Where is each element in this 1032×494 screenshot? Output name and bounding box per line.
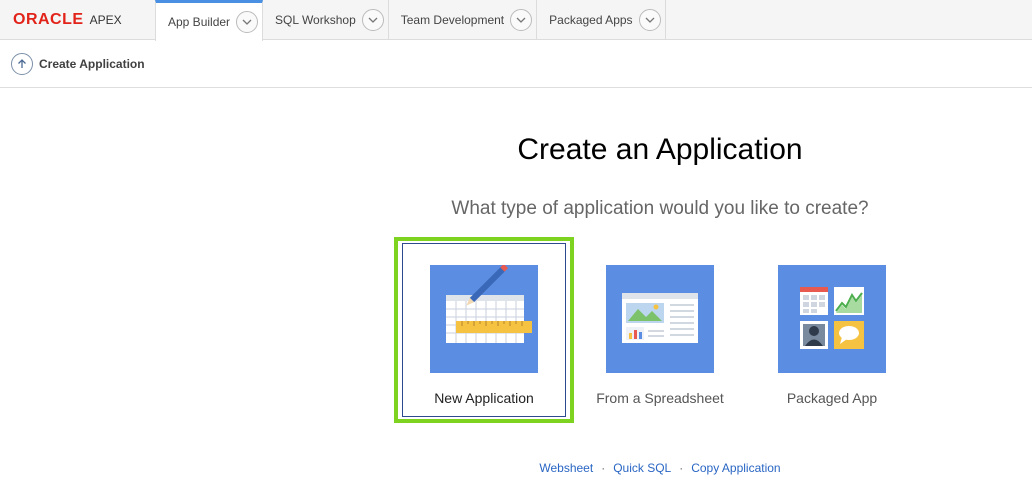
tab-label: App Builder xyxy=(168,15,231,29)
tab-packaged-apps[interactable]: Packaged Apps xyxy=(537,0,666,39)
chevron-down-icon[interactable] xyxy=(638,8,661,31)
chevron-down-icon[interactable] xyxy=(236,11,259,33)
from-spreadsheet-option[interactable]: From a Spreadsheet xyxy=(570,237,750,423)
websheet-link[interactable]: Websheet xyxy=(539,461,593,475)
chevron-down-icon[interactable] xyxy=(361,8,384,31)
choice-label: From a Spreadsheet xyxy=(596,390,724,406)
separator: · xyxy=(601,461,606,475)
spreadsheet-app-icon xyxy=(606,265,714,373)
new-application-option[interactable]: New Application xyxy=(394,237,574,423)
choice-label: Packaged App xyxy=(786,390,878,406)
oracle-apex-logo[interactable]: ORACLE APEX xyxy=(0,0,155,39)
wizard-heading: Create an Application xyxy=(517,133,803,166)
tab-label: SQL Workshop xyxy=(275,12,356,27)
tab-sql-workshop[interactable]: SQL Workshop xyxy=(263,0,389,39)
copy-application-link[interactable]: Copy Application xyxy=(691,461,780,475)
arrow-up-icon[interactable] xyxy=(11,52,33,75)
separator: · xyxy=(679,461,684,475)
tab-label: Team Development xyxy=(400,12,505,27)
chevron-down-icon[interactable] xyxy=(510,8,533,31)
oracle-wordmark: ORACLE xyxy=(13,10,84,28)
wizard-question: What type of application would you like … xyxy=(451,198,869,219)
packaged-app-option[interactable]: Packaged App xyxy=(742,237,922,423)
top-navigation: ORACLE APEX App Builder SQL Workshop Tea… xyxy=(0,0,1032,41)
packaged-app-icon xyxy=(778,265,886,373)
other-options: Websheet · Quick SQL · Copy Application xyxy=(300,461,1020,475)
tab-team-development[interactable]: Team Development xyxy=(389,0,538,39)
new-application-icon xyxy=(430,263,538,373)
apex-wordmark: APEX xyxy=(89,12,122,27)
tab-app-builder[interactable]: App Builder xyxy=(155,0,264,41)
page-title: Create Application xyxy=(39,56,145,71)
breadcrumb: Create Application xyxy=(0,40,1032,88)
tab-label: Packaged Apps xyxy=(549,12,633,27)
quick-sql-link[interactable]: Quick SQL xyxy=(613,461,671,475)
